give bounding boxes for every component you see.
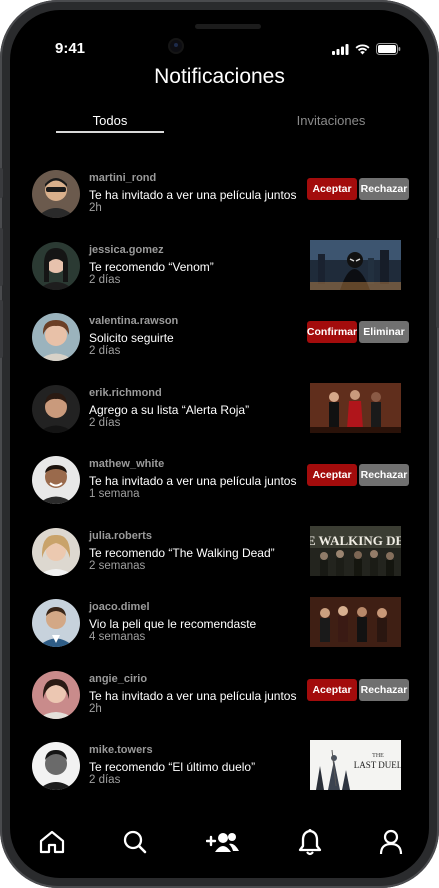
notification-message: Agrego a su lista “Alerta Roja” xyxy=(89,403,250,417)
signal-icon xyxy=(332,43,349,55)
last-duel-poster-thumbnail[interactable]: THE LAST DUEL xyxy=(310,740,401,790)
notification-item[interactable]: mike.towers Te recomendo “El último duel… xyxy=(10,740,429,802)
app-screen: 9:41 Notificaciones Todos Invitaciones m… xyxy=(10,10,429,878)
notification-item[interactable]: erik.richmond Agrego a su lista “Alerta … xyxy=(10,383,429,445)
username[interactable]: valentina.rawson xyxy=(89,315,178,327)
username[interactable]: angie_cirio xyxy=(89,673,147,685)
last-duel-small-word: THE xyxy=(372,753,384,759)
notification-time: 4 semanas xyxy=(89,631,146,643)
avatar[interactable] xyxy=(32,170,80,218)
page-title: Notificaciones xyxy=(154,65,285,88)
tab-invitaciones[interactable]: Invitaciones xyxy=(282,113,380,128)
notification-message: Te ha invitado a ver una película juntos xyxy=(89,689,297,703)
notification-item[interactable]: mathew_white Te ha invitado a ver una pe… xyxy=(10,456,429,516)
notification-time: 2 días xyxy=(89,774,121,786)
home-icon xyxy=(39,830,65,854)
avatar[interactable] xyxy=(32,671,80,719)
avatar[interactable] xyxy=(32,742,80,790)
notification-time: 2h xyxy=(89,202,102,214)
walking-dead-poster-thumbnail[interactable]: THE WALKING DEAD xyxy=(310,526,401,576)
accept-button[interactable]: Aceptar xyxy=(307,178,357,200)
notification-time: 2 días xyxy=(89,417,121,429)
notification-time: 1 semana xyxy=(89,488,140,500)
last-duel-title: LAST DUEL xyxy=(354,760,401,770)
reject-button[interactable]: Rechazar xyxy=(359,679,409,701)
nav-profile[interactable] xyxy=(374,825,408,859)
venom-poster-thumbnail[interactable] xyxy=(310,240,401,290)
search-icon xyxy=(123,830,147,854)
avatar[interactable] xyxy=(32,313,80,361)
username[interactable]: martini_rond xyxy=(89,172,156,184)
username[interactable]: julia.roberts xyxy=(89,530,152,542)
reject-button[interactable]: Rechazar xyxy=(359,464,409,486)
speaker-grille xyxy=(195,24,261,29)
walking-dead-title: THE WALKING DEAD xyxy=(310,533,401,548)
battery-icon xyxy=(376,43,401,55)
silent-switch xyxy=(0,168,3,198)
notification-item[interactable]: angie_cirio Te ha invitado a ver una pel… xyxy=(10,671,429,731)
notification-item[interactable]: joaco.dimel Vio la peli que le recomenda… xyxy=(10,597,429,659)
nav-add-friend[interactable] xyxy=(203,825,243,859)
notification-time: 2 semanas xyxy=(89,560,146,572)
notification-item[interactable]: julia.roberts Te recomendo “The Walking … xyxy=(10,526,429,588)
volume-up-button xyxy=(0,228,3,286)
nav-notifications[interactable] xyxy=(293,825,327,859)
notification-item[interactable]: valentina.rawson Solicito seguirte 2 día… xyxy=(10,313,429,373)
movie-poster-thumbnail[interactable] xyxy=(310,597,401,647)
notification-time: 2h xyxy=(89,703,102,715)
username[interactable]: jessica.gomez xyxy=(89,244,164,256)
notification-item[interactable]: martini_rond Te ha invitado a ver una pe… xyxy=(10,170,429,230)
avatar[interactable] xyxy=(32,599,80,647)
notification-message: Te recomendo “Venom” xyxy=(89,260,214,274)
tab-todos[interactable]: Todos xyxy=(56,113,164,128)
notification-time: 2 días xyxy=(89,274,121,286)
nav-search[interactable] xyxy=(118,825,152,859)
status-bar: 9:41 xyxy=(10,40,429,60)
accept-button[interactable]: Aceptar xyxy=(307,679,357,701)
reject-button[interactable]: Rechazar xyxy=(359,178,409,200)
bell-icon xyxy=(298,829,322,856)
accept-button[interactable]: Aceptar xyxy=(307,464,357,486)
volume-down-button xyxy=(0,300,3,358)
username[interactable]: mike.towers xyxy=(89,744,153,756)
notification-item[interactable]: jessica.gomez Te recomendo “Venom” 2 día… xyxy=(10,240,429,302)
confirm-button[interactable]: Confirmar xyxy=(307,321,357,343)
active-tab-indicator xyxy=(56,131,164,133)
wifi-icon xyxy=(355,43,370,54)
notification-message: Te ha invitado a ver una película juntos xyxy=(89,188,297,202)
notification-message: Te ha invitado a ver una película juntos xyxy=(89,474,297,488)
notification-message: Vio la peli que le recomendaste xyxy=(89,617,257,631)
bottom-nav xyxy=(10,825,429,865)
add-friend-icon xyxy=(206,833,239,852)
status-time: 9:41 xyxy=(55,40,86,57)
notification-time: 2 días xyxy=(89,345,121,357)
nav-home[interactable] xyxy=(35,825,69,859)
profile-icon xyxy=(379,829,403,855)
username[interactable]: joaco.dimel xyxy=(89,601,150,613)
notification-message: Te recomendo “El último duelo” xyxy=(89,760,256,774)
delete-button[interactable]: Eliminar xyxy=(359,321,409,343)
notification-message: Solicito seguirte xyxy=(89,331,174,345)
avatar[interactable] xyxy=(32,456,80,504)
notification-message: Te recomendo “The Walking Dead” xyxy=(89,546,275,560)
avatar[interactable] xyxy=(32,528,80,576)
username[interactable]: erik.richmond xyxy=(89,387,162,399)
username[interactable]: mathew_white xyxy=(89,458,164,470)
phone-frame: 9:41 Notificaciones Todos Invitaciones m… xyxy=(0,0,439,888)
avatar[interactable] xyxy=(32,242,80,290)
avatar[interactable] xyxy=(32,385,80,433)
alerta-roja-poster-thumbnail[interactable] xyxy=(310,383,401,433)
